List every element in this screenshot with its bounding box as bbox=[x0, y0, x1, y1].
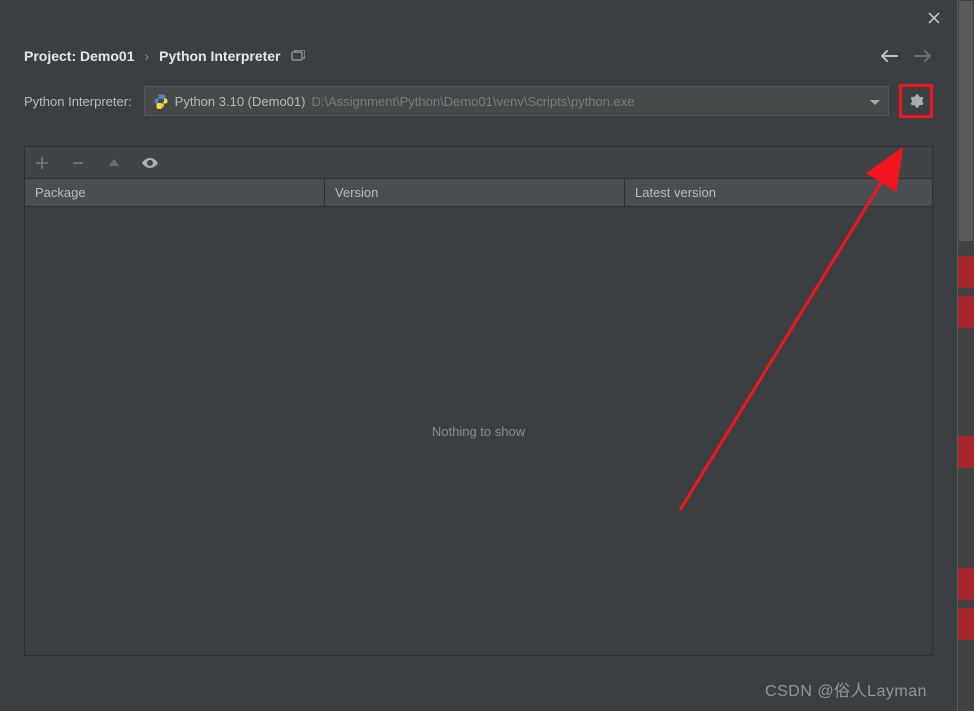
breadcrumb-row: Project: Demo01 › Python Interpreter bbox=[0, 36, 957, 76]
gear-icon bbox=[908, 93, 924, 109]
breadcrumb: Project: Demo01 › Python Interpreter bbox=[24, 48, 305, 64]
close-button[interactable] bbox=[911, 0, 957, 36]
breadcrumb-page[interactable]: Python Interpreter bbox=[159, 48, 280, 64]
back-button[interactable] bbox=[879, 46, 899, 66]
interpreter-label: Python Interpreter: bbox=[24, 94, 132, 109]
packages-header: Package Version Latest version bbox=[25, 179, 932, 207]
plus-icon bbox=[35, 156, 49, 170]
show-early-releases-button[interactable] bbox=[141, 154, 159, 172]
column-version[interactable]: Version bbox=[325, 179, 625, 206]
scrollbar-marker bbox=[958, 296, 974, 328]
eye-icon bbox=[141, 157, 159, 169]
forward-button[interactable] bbox=[913, 46, 933, 66]
empty-text: Nothing to show bbox=[432, 424, 525, 439]
scrollbar-marker bbox=[958, 608, 974, 640]
reset-icon[interactable] bbox=[291, 50, 305, 62]
breadcrumb-separator: › bbox=[144, 48, 149, 64]
scrollbar-marker bbox=[958, 436, 974, 468]
chevron-down-icon bbox=[870, 94, 880, 109]
breadcrumb-project[interactable]: Project: Demo01 bbox=[24, 48, 134, 64]
titlebar bbox=[0, 0, 957, 36]
interpreter-path: D:\Assignment\Python\Demo01\venv\Scripts… bbox=[311, 94, 634, 109]
gear-button-highlight bbox=[899, 84, 933, 118]
scrollbar-marker bbox=[958, 568, 974, 600]
minus-icon bbox=[71, 156, 85, 170]
packages-panel: Package Version Latest version Nothing t… bbox=[24, 146, 933, 656]
add-package-button[interactable] bbox=[33, 154, 51, 172]
packages-toolbar bbox=[25, 147, 932, 179]
packages-body: Nothing to show bbox=[25, 207, 932, 655]
nav-arrows bbox=[879, 46, 933, 66]
arrow-left-icon bbox=[880, 49, 898, 63]
scrollbar-track[interactable] bbox=[958, 0, 974, 711]
settings-window: Project: Demo01 › Python Interpreter Pyt… bbox=[0, 0, 958, 711]
interpreter-settings-button[interactable] bbox=[903, 88, 929, 114]
scrollbar-marker bbox=[958, 256, 974, 288]
column-package[interactable]: Package bbox=[25, 179, 325, 206]
interpreter-row: Python Interpreter: Python 3.10 (Demo01)… bbox=[0, 76, 957, 126]
python-icon bbox=[153, 93, 169, 109]
column-latest[interactable]: Latest version bbox=[625, 179, 932, 206]
watermark: CSDN @俗人Layman bbox=[765, 677, 927, 701]
remove-package-button[interactable] bbox=[69, 154, 87, 172]
interpreter-dropdown[interactable]: Python 3.10 (Demo01) D:\Assignment\Pytho… bbox=[144, 86, 889, 116]
triangle-up-icon bbox=[108, 157, 120, 169]
interpreter-name: Python 3.10 (Demo01) bbox=[175, 94, 306, 109]
scrollbar-thumb[interactable] bbox=[959, 1, 973, 241]
upgrade-package-button[interactable] bbox=[105, 154, 123, 172]
close-icon bbox=[928, 12, 940, 24]
arrow-right-icon bbox=[914, 49, 932, 63]
